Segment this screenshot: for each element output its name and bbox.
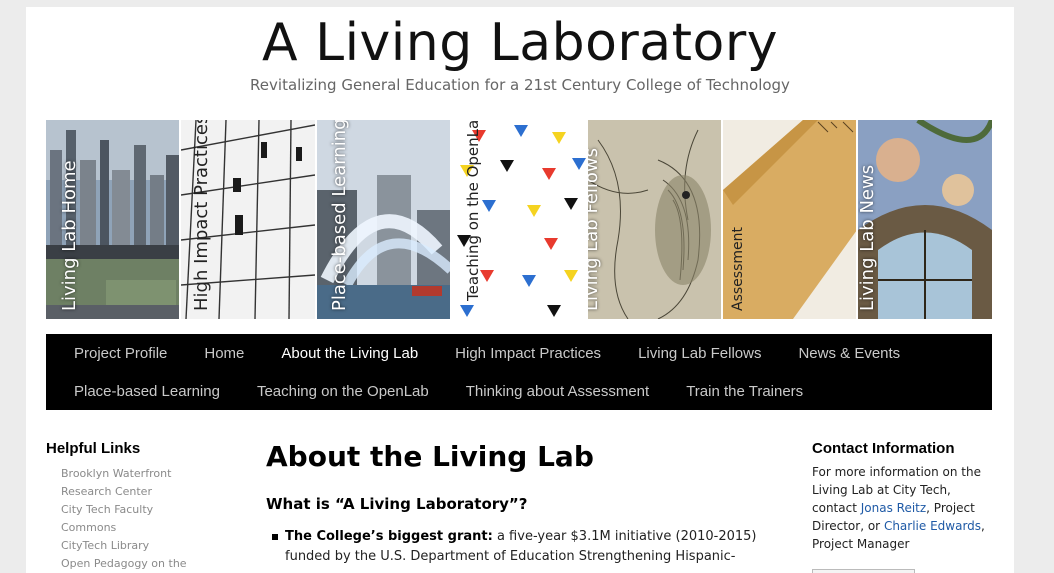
contact-widget: Contact Information For more information… <box>812 440 992 553</box>
nav-row-1: Project Profile Home About the Living La… <box>74 345 937 362</box>
page-title: About the Living Lab <box>266 440 594 473</box>
helpful-link[interactable]: Commons <box>61 519 226 537</box>
nav-item-train-the-trainers[interactable]: Train the Trainers <box>686 383 803 400</box>
nav-item-teaching-on-the-openlab[interactable]: Teaching on the OpenLab <box>257 383 429 400</box>
tile-label: Living Lab News <box>858 164 879 311</box>
tile-assessment[interactable]: Assessment <box>722 120 857 319</box>
nav-item-place-based-learning[interactable]: Place-based Learning <box>74 383 220 400</box>
contact-text: For more information on the Living Lab a… <box>812 463 992 553</box>
nav-item-living-lab-fellows[interactable]: Living Lab Fellows <box>638 345 761 362</box>
tile-label: Living Lab Fellows <box>587 147 602 311</box>
nav-item-project-profile[interactable]: Project Profile <box>74 345 167 362</box>
main-nav: Project Profile Home About the Living La… <box>46 334 992 410</box>
tile-teaching-on-the-openlab[interactable]: Teaching on the OpenLab <box>452 120 586 319</box>
contact-title: Contact Information <box>812 440 955 457</box>
nav-item-high-impact-practices[interactable]: High Impact Practices <box>455 345 601 362</box>
helpful-link[interactable]: Open Pedagogy on the <box>61 555 226 573</box>
nav-row-2: Place-based Learning Teaching on the Ope… <box>74 383 840 400</box>
bullet-list: The College’s biggest grant: a five-year… <box>266 527 766 567</box>
nav-item-thinking-about-assessment[interactable]: Thinking about Assessment <box>466 383 649 400</box>
tile-place-based-learning[interactable]: Place-based Learning <box>316 120 451 319</box>
contact-link-jonas-reitz[interactable]: Jonas Reitz <box>861 501 926 515</box>
tile-label: Teaching on the OpenLab <box>464 120 483 301</box>
page: A Living Laboratory Revitalizing General… <box>26 7 1014 573</box>
tile-high-impact-practices[interactable]: High Impact Practices <box>181 120 315 319</box>
tile-label: Place-based Learning <box>328 120 350 311</box>
feature-tiles: Living Lab Home High Impact Practices Pl… <box>46 120 992 319</box>
contact-link-charlie-edwards[interactable]: Charlie Edwards <box>884 519 981 533</box>
helpful-link[interactable]: Research Center <box>61 483 226 501</box>
sidebar-widget-box[interactable] <box>812 569 915 573</box>
tile-living-lab-home[interactable]: Living Lab Home <box>46 120 180 319</box>
fresco-photo-icon <box>858 120 992 319</box>
owl-engraving-icon <box>587 120 721 319</box>
bullet-square-icon <box>272 534 278 540</box>
site-title[interactable]: A Living Laboratory <box>26 13 1014 73</box>
helpful-link[interactable]: City Tech Faculty <box>61 501 226 519</box>
helpful-links-widget: Helpful Links Brooklyn Waterfront Resear… <box>46 440 226 573</box>
tile-label: High Impact Practices <box>191 120 213 311</box>
tile-label: Assessment <box>729 227 746 311</box>
tile-living-lab-fellows[interactable]: Living Lab Fellows <box>587 120 721 319</box>
nav-item-home[interactable]: Home <box>204 345 244 362</box>
helpful-links-title: Helpful Links <box>46 440 141 457</box>
helpful-links-list: Brooklyn Waterfront Research Center City… <box>46 465 226 573</box>
site-tagline: Revitalizing General Education for a 21s… <box>250 76 790 94</box>
nav-item-news-events[interactable]: News & Events <box>798 345 900 362</box>
main-content: About the Living Lab What is “A Living L… <box>266 440 766 567</box>
helpful-link[interactable]: Brooklyn Waterfront <box>61 465 226 483</box>
section-heading: What is “A Living Laboratory”? <box>266 495 528 513</box>
helpful-link[interactable]: CityTech Library <box>61 537 226 555</box>
bullet-strong: The College’s biggest grant: <box>285 529 493 544</box>
bullet-item: The College’s biggest grant: a five-year… <box>266 527 766 567</box>
tile-label: Living Lab Home <box>59 160 80 311</box>
nav-item-about-the-living-lab[interactable]: About the Living Lab <box>281 345 418 362</box>
tile-living-lab-news[interactable]: Living Lab News <box>858 120 992 319</box>
